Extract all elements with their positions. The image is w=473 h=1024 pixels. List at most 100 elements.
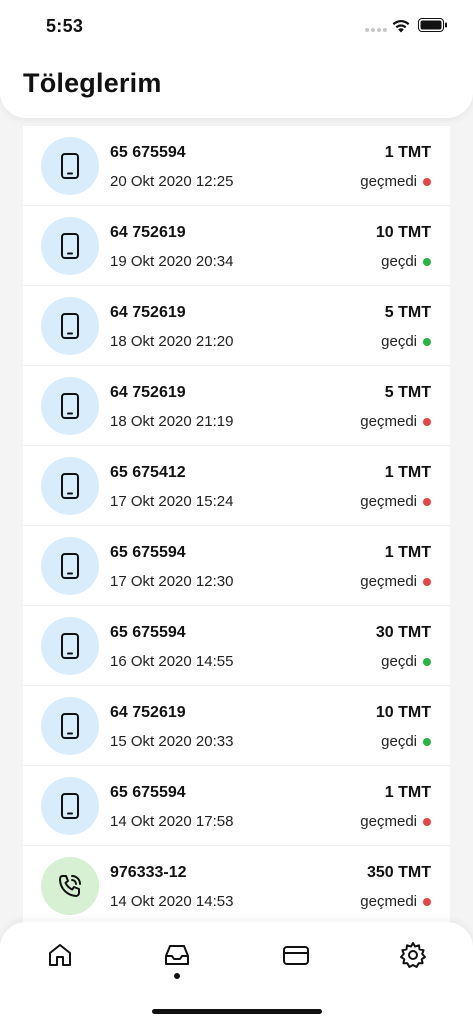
payment-status: geçdi xyxy=(381,333,431,350)
payment-number: 65 675594 xyxy=(110,144,186,161)
payment-number: 64 752619 xyxy=(110,384,186,401)
payment-row[interactable]: 65 675412 17 Okt 2020 15:24 1 TMT geçmed… xyxy=(23,446,450,526)
payment-status: geçmedi xyxy=(360,893,431,910)
landline-icon-badge xyxy=(41,857,99,915)
payment-amount: 1 TMT xyxy=(384,784,431,801)
payment-row[interactable]: 64 752619 18 Okt 2020 21:19 5 TMT geçmed… xyxy=(23,366,450,446)
payment-number: 976333-12 xyxy=(110,864,187,881)
payment-status-text: geçmedi xyxy=(360,413,417,430)
battery-icon xyxy=(418,18,447,32)
status-dot xyxy=(423,897,431,906)
status-dot xyxy=(423,817,431,826)
payment-status-text: geçdi xyxy=(381,253,417,270)
status-dot xyxy=(423,417,431,426)
payment-status-text: geçmedi xyxy=(360,813,417,830)
payment-date: 19 Okt 2020 20:34 xyxy=(110,253,234,270)
payment-status: geçdi xyxy=(381,733,431,750)
inbox-icon xyxy=(165,945,189,965)
status-dot xyxy=(423,257,431,266)
mobile-phone-icon xyxy=(61,153,79,179)
landline-phone-icon xyxy=(59,875,81,897)
payment-amount: 1 TMT xyxy=(384,544,431,561)
payment-number: 64 752619 xyxy=(110,304,186,321)
active-tab-indicator xyxy=(174,973,180,979)
mobile-phone-icon xyxy=(61,473,79,499)
payment-status-text: geçmedi xyxy=(360,493,417,510)
payment-row[interactable]: 64 752619 15 Okt 2020 20:33 10 TMT geçdi xyxy=(23,686,450,766)
mobile-phone-icon xyxy=(61,233,79,259)
payment-number: 65 675594 xyxy=(110,544,186,561)
payment-row[interactable]: 64 752619 19 Okt 2020 20:34 10 TMT geçdi xyxy=(23,206,450,286)
payment-date: 14 Okt 2020 14:53 xyxy=(110,893,234,910)
mobile-icon-badge xyxy=(41,297,99,355)
payment-amount: 10 TMT xyxy=(375,224,431,241)
status-time: 5:53 xyxy=(46,16,84,36)
mobile-icon-badge xyxy=(41,617,99,675)
page-title: Töleglerim xyxy=(23,68,162,98)
mobile-icon-badge xyxy=(41,137,99,195)
payment-status: geçmedi xyxy=(360,573,431,590)
status-dot xyxy=(423,337,431,346)
payment-amount: 5 TMT xyxy=(384,304,431,321)
payment-status-text: geçmedi xyxy=(360,893,417,910)
settings-gear-icon xyxy=(400,942,426,968)
payment-amount: 1 TMT xyxy=(384,144,431,161)
payments-list: 65 675594 20 Okt 2020 12:25 1 TMT geçmed… xyxy=(23,126,450,926)
payment-status: geçmedi xyxy=(360,813,431,830)
payment-status-text: geçmedi xyxy=(360,573,417,590)
payment-number: 64 752619 xyxy=(110,224,186,241)
status-dot xyxy=(423,577,431,586)
payment-row[interactable]: 65 675594 14 Okt 2020 17:58 1 TMT geçmed… xyxy=(23,766,450,846)
payment-number: 64 752619 xyxy=(110,704,186,721)
status-bar: 5:53 xyxy=(0,0,473,54)
tab-card[interactable] xyxy=(281,940,311,970)
status-dot xyxy=(423,737,431,746)
payment-status-text: geçdi xyxy=(381,733,417,750)
payment-number: 65 675594 xyxy=(110,784,186,801)
payment-status: geçmedi xyxy=(360,173,431,190)
mobile-phone-icon xyxy=(61,393,79,419)
header: 5:53 Töleglerim xyxy=(0,0,473,118)
payment-date: 18 Okt 2020 21:19 xyxy=(110,413,234,430)
payment-row[interactable]: 65 675594 17 Okt 2020 12:30 1 TMT geçmed… xyxy=(23,526,450,606)
mobile-phone-icon xyxy=(61,713,79,739)
payment-date: 16 Okt 2020 14:55 xyxy=(110,653,234,670)
payment-row[interactable]: 64 752619 18 Okt 2020 21:20 5 TMT geçdi xyxy=(23,286,450,366)
tab-settings[interactable] xyxy=(398,940,428,970)
payment-date: 20 Okt 2020 12:25 xyxy=(110,173,234,190)
payment-date: 15 Okt 2020 20:33 xyxy=(110,733,234,750)
status-dot xyxy=(423,657,431,666)
status-dot xyxy=(423,177,431,186)
credit-card-icon xyxy=(283,946,309,965)
payment-number: 65 675412 xyxy=(110,464,186,481)
mobile-phone-icon xyxy=(61,553,79,579)
payment-status-text: geçmedi xyxy=(360,173,417,190)
cellular-signal-icon xyxy=(365,28,387,32)
payment-date: 17 Okt 2020 15:24 xyxy=(110,493,234,510)
payment-date: 14 Okt 2020 17:58 xyxy=(110,813,234,830)
payment-amount: 350 TMT xyxy=(366,864,431,881)
payment-status: geçdi xyxy=(381,653,431,670)
mobile-icon-badge xyxy=(41,537,99,595)
mobile-icon-badge xyxy=(41,457,99,515)
payment-amount: 30 TMT xyxy=(375,624,431,641)
payment-amount: 1 TMT xyxy=(384,464,431,481)
tab-home[interactable] xyxy=(45,940,75,970)
mobile-icon-badge xyxy=(41,217,99,275)
status-dot xyxy=(423,497,431,506)
payment-date: 18 Okt 2020 21:20 xyxy=(110,333,234,350)
payment-row[interactable]: 976333-12 14 Okt 2020 14:53 350 TMT geçm… xyxy=(23,846,450,926)
payment-number: 65 675594 xyxy=(110,624,186,641)
payment-amount: 5 TMT xyxy=(384,384,431,401)
payment-status: geçmedi xyxy=(360,413,431,430)
wifi-icon xyxy=(392,19,410,33)
mobile-phone-icon xyxy=(61,633,79,659)
payment-date: 17 Okt 2020 12:30 xyxy=(110,573,234,590)
mobile-icon-badge xyxy=(41,697,99,755)
home-indicator[interactable] xyxy=(152,1009,322,1014)
payment-row[interactable]: 65 675594 16 Okt 2020 14:55 30 TMT geçdi xyxy=(23,606,450,686)
payment-row[interactable]: 65 675594 20 Okt 2020 12:25 1 TMT geçmed… xyxy=(23,126,450,206)
mobile-phone-icon xyxy=(61,793,79,819)
tab-inbox[interactable] xyxy=(162,940,192,970)
payment-status: geçmedi xyxy=(360,493,431,510)
